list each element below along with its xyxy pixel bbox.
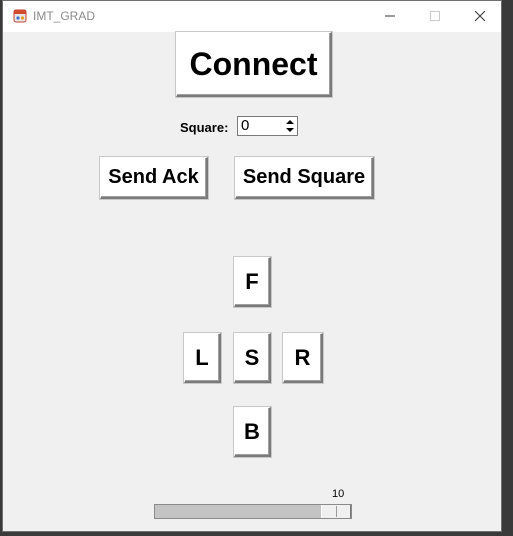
app-icon <box>13 9 27 23</box>
stop-button[interactable]: S <box>234 333 271 383</box>
minimize-icon <box>385 15 395 17</box>
slider-value: 10 <box>332 488 345 500</box>
minimize-button[interactable] <box>367 1 413 32</box>
title-bar[interactable]: IMT_GRAD <box>3 1 501 32</box>
spin-down-icon[interactable] <box>283 126 297 135</box>
left-button[interactable]: L <box>184 333 221 383</box>
maximize-icon <box>430 11 440 21</box>
back-button[interactable]: B <box>234 407 271 457</box>
slider-handle[interactable] <box>321 505 351 518</box>
forward-button[interactable]: F <box>234 257 271 307</box>
maximize-button[interactable] <box>412 1 458 32</box>
square-spinbox[interactable]: 0 <box>237 116 298 136</box>
square-value[interactable]: 0 <box>241 117 249 134</box>
send-ack-button[interactable]: Send Ack <box>100 157 208 199</box>
spin-arrows[interactable] <box>283 117 297 135</box>
window-title: IMT_GRAD <box>33 9 96 23</box>
app-window: IMT_GRAD Connect Square: 0 Send Ack Send… <box>2 0 502 532</box>
close-button[interactable] <box>457 1 503 32</box>
send-square-button[interactable]: Send Square <box>235 157 374 199</box>
right-button[interactable]: R <box>283 333 323 383</box>
connect-button[interactable]: Connect <box>176 32 332 97</box>
spin-up-icon[interactable] <box>283 117 297 126</box>
close-icon <box>475 11 485 21</box>
square-label: Square: <box>180 120 229 135</box>
speed-slider[interactable] <box>154 504 352 519</box>
